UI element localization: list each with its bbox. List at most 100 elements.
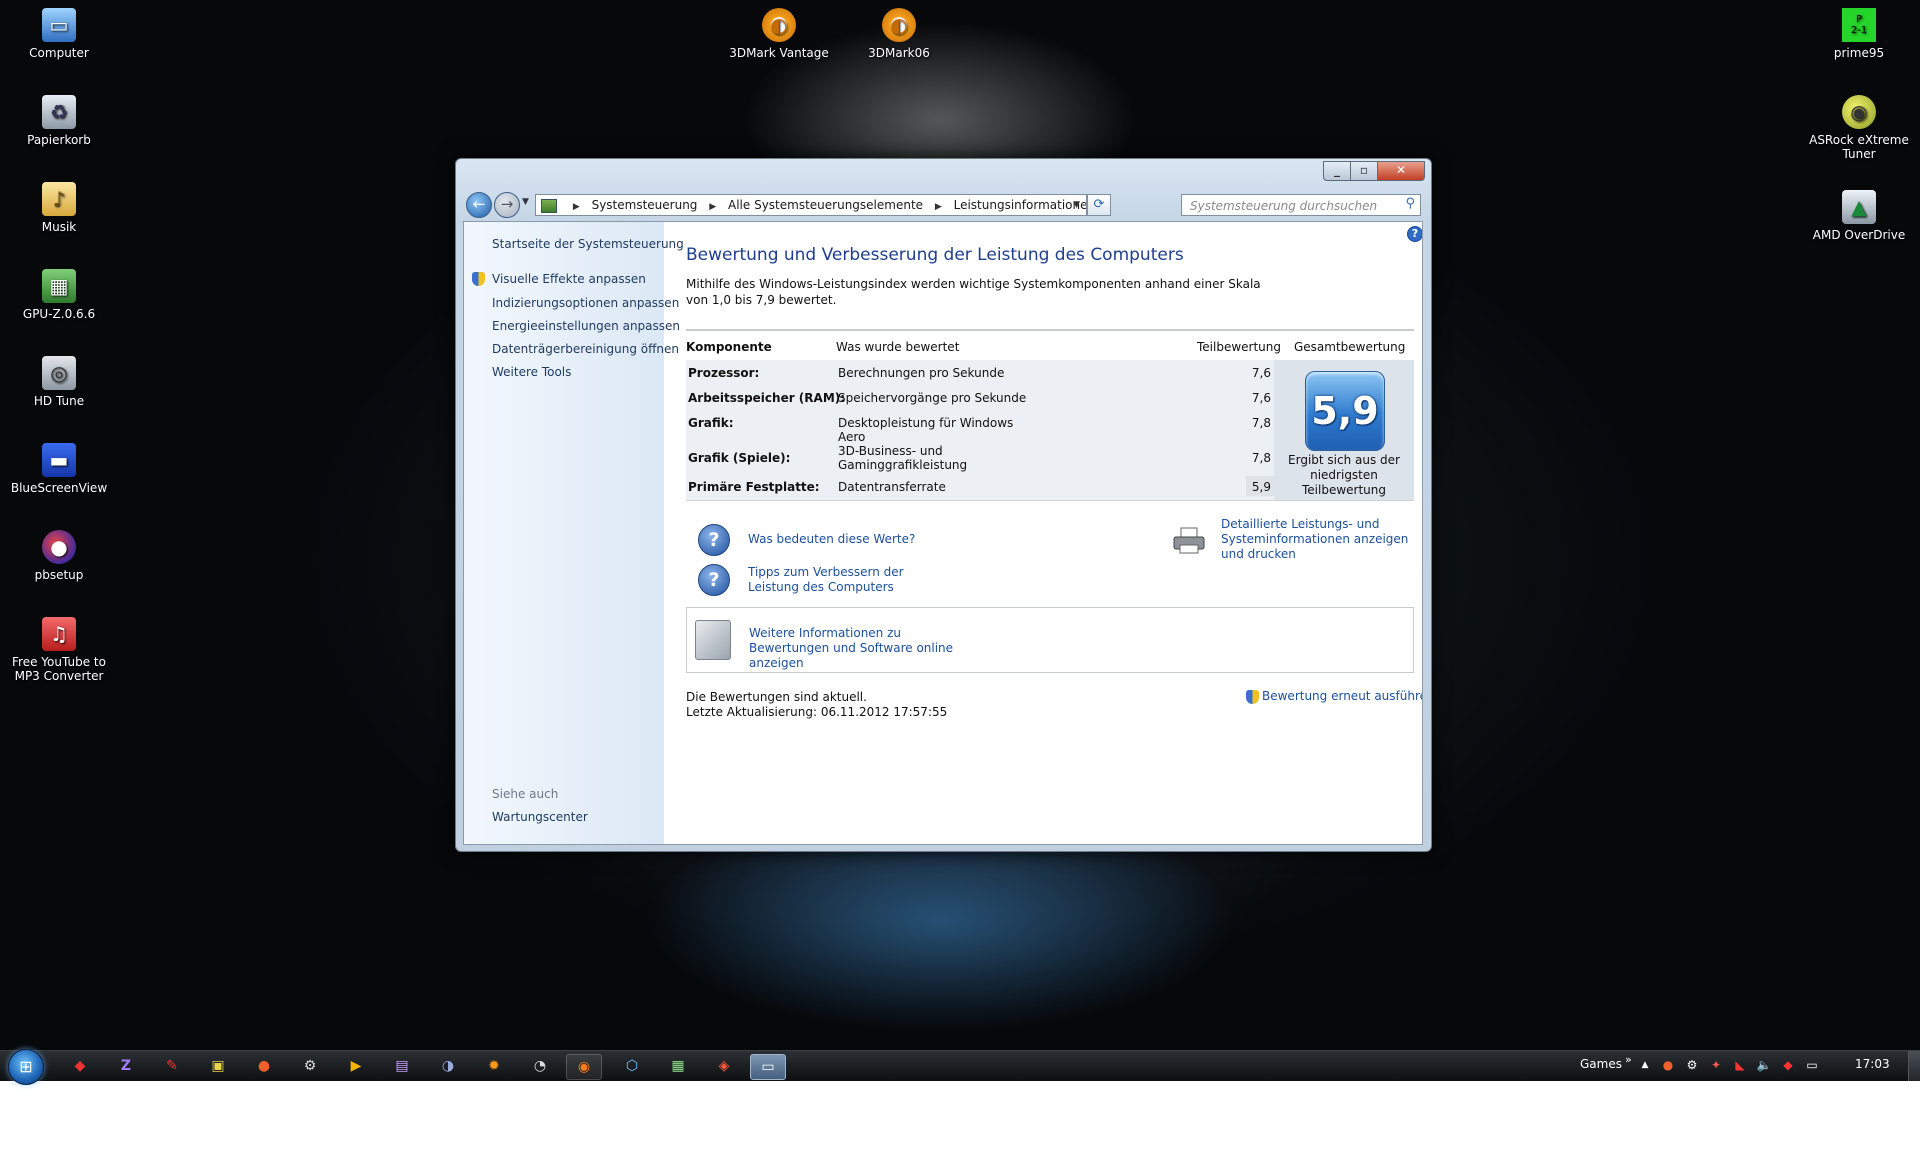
clock[interactable]: 17:03 xyxy=(1855,1057,1890,1071)
recent-pages-chevron-icon[interactable]: ▼ xyxy=(522,197,529,207)
online-info-box: Weitere Informationen zu Bewertungen und… xyxy=(686,607,1414,673)
search-icon[interactable]: ⚲ xyxy=(1405,196,1415,211)
address-bar[interactable]: ▶ Systemsteuerung ▶ Alle Systemsteuerung… xyxy=(535,194,1087,216)
3dmark-icon: ◐ xyxy=(882,8,916,42)
games-toolbar-label[interactable]: Games xyxy=(1580,1057,1622,1071)
hard-disk-icon: ◎ xyxy=(42,356,76,390)
performance-window: _ ▫ ✕ ← → ▼ ▶ Systemsteuerung ▶ Alle Sys… xyxy=(455,158,1432,852)
desktop-icon-music[interactable]: ♪ Musik xyxy=(4,182,114,234)
desktop-icon-youtube-mp3[interactable]: ♫ Free YouTube to MP3 Converter xyxy=(4,617,114,683)
desktop-icon-3dmark-vantage[interactable]: ◐ 3DMark Vantage xyxy=(724,8,834,60)
start-button[interactable]: ⊞ xyxy=(8,1049,44,1085)
link-disk-cleanup[interactable]: Datenträgerbereinigung öffnen xyxy=(492,342,679,356)
tray-amd-icon[interactable]: ◣ xyxy=(1732,1057,1748,1073)
close-button[interactable]: ✕ xyxy=(1377,161,1425,181)
link-indexing-options[interactable]: Indizierungsoptionen anpassen xyxy=(492,296,679,310)
taskbar-app-red-icon[interactable]: ◆ xyxy=(63,1054,97,1078)
see-also-heading: Siehe auch xyxy=(492,787,559,801)
desktop-icon-gpu-z[interactable]: ▦ GPU-Z.0.6.6 xyxy=(4,269,114,321)
tray-red-app-icon[interactable]: ◆ xyxy=(1780,1057,1796,1073)
desktop-icon-label: Free YouTube to MP3 Converter xyxy=(12,655,106,683)
desktop: ▭ Computer ♻ Papierkorb ♪ Musik ▦ GPU-Z.… xyxy=(0,0,1920,1050)
prime95-icon: P 2-1 xyxy=(1842,8,1876,42)
component-rated: Berechnungen pro Sekunde xyxy=(838,366,1005,380)
toolbar-chevron-icon[interactable]: » xyxy=(1625,1053,1632,1066)
taskbar-cpu-z-icon[interactable]: Z xyxy=(109,1054,143,1078)
youtube-converter-icon: ♫ xyxy=(42,617,76,651)
desktop-icon-pbsetup[interactable]: ● pbsetup xyxy=(4,530,114,582)
taskbar-pdf-icon[interactable]: ✎ xyxy=(155,1054,189,1078)
network-icon[interactable]: ▭ xyxy=(1804,1057,1820,1073)
taskbar-moon-icon[interactable]: ◑ xyxy=(431,1054,465,1078)
link-detailed-info[interactable]: Detaillierte Leistungs- und Systeminform… xyxy=(1221,517,1416,562)
component-rated: Desktopleistung für Windows Aero xyxy=(838,416,1014,444)
status-last-update: Letzte Aktualisierung: 06.11.2012 17:57:… xyxy=(686,705,948,719)
column-header-basescore: Gesamtbewertung xyxy=(1294,340,1406,354)
component-name: Arbeitsspeicher (RAM): xyxy=(688,391,846,405)
taskbar-network-icon[interactable]: ⬡ xyxy=(615,1054,649,1078)
breadcrumb-all-items[interactable]: Alle Systemsteuerungselemente xyxy=(728,198,923,212)
desktop-icon-label: HD Tune xyxy=(33,394,85,408)
taskbar-gpu-icon[interactable]: ▦ xyxy=(661,1054,695,1078)
taskbar-archive-icon[interactable]: ▤ xyxy=(385,1054,419,1078)
tray-origin-icon[interactable]: ● xyxy=(1660,1057,1676,1073)
link-action-center[interactable]: Wartungscenter xyxy=(492,810,588,824)
desktop-icon-label: prime95 xyxy=(1833,46,1885,60)
link-online-info[interactable]: Weitere Informationen zu Bewertungen und… xyxy=(749,626,979,671)
tray-steam-icon[interactable]: ⚙ xyxy=(1684,1057,1700,1073)
desktop-icon-label: AMD OverDrive xyxy=(1812,228,1906,242)
search-input[interactable] xyxy=(1188,196,1397,216)
column-header-rated: Was wurde bewertet xyxy=(836,340,960,354)
taskbar-firefox-icon[interactable]: ◉ xyxy=(566,1054,602,1080)
forward-button[interactable]: → xyxy=(494,192,520,218)
refresh-button[interactable]: ⟳ xyxy=(1087,194,1111,216)
maximize-button[interactable]: ▫ xyxy=(1350,161,1378,181)
breadcrumb-performance[interactable]: Leistungsinformationen und -tools xyxy=(954,198,1086,212)
software-box-icon xyxy=(695,620,731,660)
minimize-button[interactable]: _ xyxy=(1323,161,1351,181)
desktop-icon-amd-overdrive[interactable]: ▲ AMD OverDrive xyxy=(1804,190,1914,242)
breadcrumb-arrow-icon[interactable]: ▶ xyxy=(709,202,716,212)
link-more-tools[interactable]: Weitere Tools xyxy=(492,365,571,379)
show-hidden-icons-icon[interactable]: ▲ xyxy=(1637,1057,1653,1073)
address-dropdown-icon[interactable]: ▼ xyxy=(1073,195,1080,215)
taskbar-steam-icon[interactable]: ⚙ xyxy=(293,1054,327,1078)
component-name: Prozessor: xyxy=(688,366,760,380)
taskbar-tool-icon[interactable]: ◈ xyxy=(707,1054,741,1078)
task-pane: Startseite der Systemsteuerung Visuelle … xyxy=(464,222,684,844)
desktop-icon-bluescreenview[interactable]: ▬ BlueScreenView xyxy=(4,443,114,495)
folder-icon: ♪ xyxy=(42,182,76,216)
desktop-icon-computer[interactable]: ▭ Computer xyxy=(4,8,114,60)
component-rated: 3D-Business- und Gaminggrafikleistung xyxy=(838,444,968,472)
printer-icon xyxy=(1173,527,1205,554)
base-score-panel: 5,9 Ergibt sich aus der niedrigsten Teil… xyxy=(1274,360,1414,500)
desktop-icon-hd-tune[interactable]: ◎ HD Tune xyxy=(4,356,114,408)
desktop-icon-prime95[interactable]: P 2-1 prime95 xyxy=(1804,8,1914,60)
taskbar-terminal-icon[interactable]: ▣ xyxy=(201,1054,235,1078)
back-button[interactable]: ← xyxy=(466,192,492,218)
component-score: 5,9 xyxy=(1251,480,1271,494)
taskbar-clock-app-icon[interactable]: ◔ xyxy=(523,1054,557,1078)
link-control-panel-home[interactable]: Startseite der Systemsteuerung xyxy=(492,237,684,251)
show-desktop-button[interactable] xyxy=(1908,1051,1920,1081)
component-score: 7,6 xyxy=(1251,366,1271,380)
desktop-icon-label: pbsetup xyxy=(34,568,84,582)
desktop-icon-recycle-bin[interactable]: ♻ Papierkorb xyxy=(4,95,114,147)
desktop-icon-3dmark06[interactable]: ◐ 3DMark06 xyxy=(844,8,954,60)
link-improvement-tips[interactable]: Tipps zum Verbessern der Leistung des Co… xyxy=(748,565,958,595)
taskbar-control-panel-icon[interactable]: ▭ xyxy=(750,1054,786,1080)
tray-tool-icon[interactable]: ✦ xyxy=(1708,1057,1724,1073)
breadcrumb-arrow-icon[interactable]: ▶ xyxy=(935,202,942,212)
volume-icon[interactable]: 🔈 xyxy=(1756,1057,1772,1073)
link-visual-effects[interactable]: Visuelle Effekte anpassen xyxy=(492,272,646,286)
breadcrumb-arrow-icon[interactable]: ▶ xyxy=(573,202,580,212)
taskbar-media-icon[interactable]: ▶ xyxy=(339,1054,373,1078)
taskbar-fire-icon[interactable]: ✹ xyxy=(477,1054,511,1078)
desktop-icon-label: Papierkorb xyxy=(27,133,91,147)
link-what-values-mean[interactable]: Was bedeuten diese Werte? xyxy=(748,532,915,547)
link-power-settings[interactable]: Energieeinstellungen anpassen xyxy=(492,319,680,333)
breadcrumb-systemsteuerung[interactable]: Systemsteuerung xyxy=(592,198,698,212)
taskbar-origin-icon[interactable]: ● xyxy=(247,1054,281,1078)
desktop-icon-asrock[interactable]: ◉ ASRock eXtreme Tuner xyxy=(1804,95,1914,161)
link-rerun-assessment[interactable]: Bewertung erneut ausführen xyxy=(1262,689,1422,704)
